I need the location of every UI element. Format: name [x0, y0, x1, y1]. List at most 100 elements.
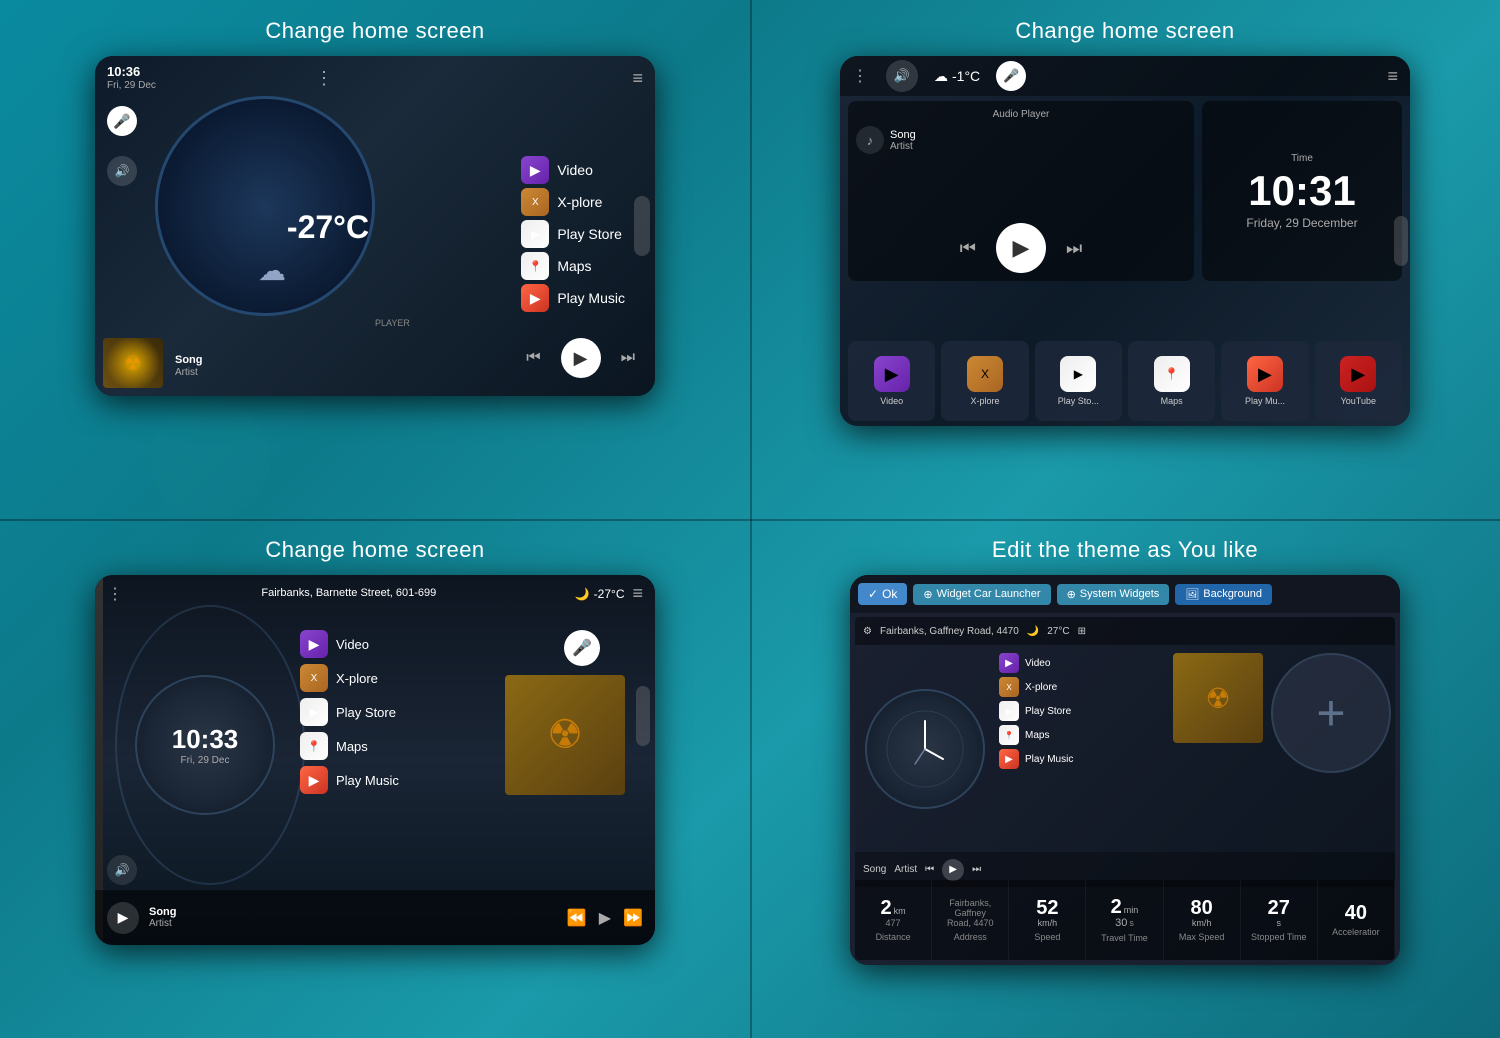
p2-app-xplore[interactable]: X X-plore [941, 341, 1028, 421]
p1-player-label: Player [375, 318, 410, 328]
p3-volume-button[interactable]: 🔊 [107, 855, 137, 885]
list-item[interactable]: ▶ Play Store [300, 698, 500, 726]
p4-stat-max-speed: 80 km/h Max Speed [1164, 880, 1241, 960]
list-item[interactable]: ▶ Play Music [999, 749, 1165, 769]
list-item[interactable]: ▶ Video [300, 630, 500, 658]
p2-more-icon[interactable]: ⋮ [852, 66, 868, 86]
list-item[interactable]: ▶ Play Store [521, 220, 625, 248]
p3-more-icon[interactable]: ⋮ [107, 584, 123, 604]
p2-app-playstore[interactable]: ▶ Play Sto... [1035, 341, 1122, 421]
p2-prev-button[interactable]: ⏮ [960, 238, 976, 259]
p4-address-line3: Road, 4470 [947, 918, 994, 928]
list-item[interactable]: X X-plore [999, 677, 1165, 697]
p2-playstore-label: Play Sto... [1058, 396, 1099, 406]
p2-app-youtube[interactable]: ▶ YouTube [1315, 341, 1402, 421]
p3-menu-icon[interactable]: ≡ [632, 583, 643, 604]
p4-ok-button[interactable]: ✓ Ok [858, 583, 907, 605]
p2-maps-icon: 📍 [1154, 356, 1190, 392]
list-item[interactable]: ▶ Play Store [999, 701, 1165, 721]
p3-play-fwd-button[interactable]: ▶ [599, 908, 611, 928]
p4-add-widget-button[interactable]: + [1271, 653, 1391, 773]
p4-stopped-unit: s [1277, 918, 1282, 928]
p2-app-playmusic[interactable]: ▶ Play Mu... [1221, 341, 1308, 421]
p4-play-button[interactable]: ▶ [942, 859, 964, 881]
p3-status-bar: ⋮ Fairbanks, Barnette Street, 601-699 🌙 … [107, 583, 643, 604]
p2-playmusic-label: Play Mu... [1245, 396, 1285, 406]
p4-speed-label: Speed [1034, 932, 1060, 942]
list-item[interactable]: 📍 Maps [521, 252, 625, 280]
p2-mic-button[interactable]: 🎤 [996, 61, 1026, 91]
p4-system-label: System Widgets [1080, 588, 1159, 600]
p1-scroll-handle[interactable] [634, 196, 650, 256]
p1-prev-button[interactable]: ⏮ [526, 349, 540, 367]
p3-song-title: Song [149, 906, 177, 918]
p2-scroll-handle[interactable] [1394, 216, 1408, 266]
p3-clock-time: 10:33 [172, 724, 239, 755]
xplore-label: X-plore [557, 194, 602, 210]
playstore-icon: ▶ [521, 220, 549, 248]
p1-date: Fri, 29 Dec [107, 80, 156, 91]
p3-video-icon: ▶ [300, 630, 328, 658]
p2-audio-panel: Audio Player ♪ Song Artist ⏮ ▶ ⏭ [848, 101, 1194, 281]
p3-album-art: ☢ [505, 675, 625, 795]
list-item[interactable]: X X-plore [300, 664, 500, 692]
p4-stat-stopped: 27 s Stopped Time [1241, 880, 1318, 960]
p2-menu-icon[interactable]: ≡ [1387, 66, 1398, 87]
p3-scroll-handle[interactable] [636, 686, 650, 746]
p3-artist-name: Artist [149, 918, 177, 929]
p1-album-icon: ☢ [103, 338, 163, 388]
p3-fast-forward-button[interactable]: ⏩ [623, 908, 643, 928]
p4-song-title: Song [863, 864, 886, 875]
p2-app-video[interactable]: ▶ Video [848, 341, 935, 421]
p4-maxspeed-label: Max Speed [1179, 932, 1225, 942]
p4-next-button[interactable]: ⏭ [972, 864, 981, 875]
p4-stat-travel-time: 2 min 30 s Travel Time [1086, 880, 1163, 960]
p1-volume-button[interactable]: 🔊 [107, 156, 137, 186]
p4-inner-screen: ⚙ Fairbanks, Gaffney Road, 4470 🌙 27°C ⊞ [855, 617, 1395, 960]
maps-label: Maps [557, 258, 591, 274]
p2-next-button[interactable]: ⏭ [1066, 238, 1082, 259]
p3-mic-button[interactable]: 🎤 [564, 630, 600, 666]
list-item[interactable]: ▶ Play Music [300, 766, 500, 794]
p2-weather: ☁ -1°C [934, 68, 980, 85]
p2-volume-icon[interactable]: 🔊 [886, 60, 918, 92]
p3-address: Fairbanks, Barnette Street, 601-699 [131, 586, 567, 600]
p4-clock-face [865, 689, 985, 809]
p4-distance-sub: 477 [886, 918, 901, 928]
p3-playmusic-label: Play Music [336, 773, 399, 788]
list-item[interactable]: ▶ Video [521, 156, 625, 184]
p1-play-button[interactable]: ▶ [561, 338, 601, 378]
q2-title: Change home screen [1015, 18, 1234, 44]
p2-audio-label: Audio Player [856, 109, 1186, 120]
p4-distance-value: 2 [881, 898, 892, 918]
list-item[interactable]: ▶ Play Music [521, 284, 625, 312]
list-item[interactable]: X X-plore [521, 188, 625, 216]
playstore-label: Play Store [557, 226, 622, 242]
p3-play-button[interactable]: ▶ [107, 902, 139, 934]
vertical-divider [750, 0, 752, 1038]
list-item[interactable]: 📍 Maps [300, 732, 500, 760]
p3-rewind-button[interactable]: ⏪ [567, 908, 587, 928]
p4-rewind-button[interactable]: ⏮ [925, 864, 934, 875]
p4-xplore-icon: X [999, 677, 1019, 697]
list-item[interactable]: 📍 Maps [999, 725, 1165, 745]
p4-playstore-label: Play Store [1025, 706, 1071, 717]
p1-mic-button[interactable]: 🎤 [107, 106, 137, 136]
p4-background-button[interactable]: 🖼 Background [1175, 584, 1272, 605]
p3-maps-icon: 📍 [300, 732, 328, 760]
p2-youtube-label: YouTube [1341, 396, 1376, 406]
p2-app-maps[interactable]: 📍 Maps [1128, 341, 1215, 421]
p4-maxspeed-value: 80 [1191, 898, 1213, 918]
p4-system-button[interactable]: ⊕ System Widgets [1057, 584, 1170, 605]
list-item[interactable]: ▶ Video [999, 653, 1165, 673]
p2-play-button[interactable]: ▶ [996, 223, 1046, 273]
video-icon: ▶ [521, 156, 549, 184]
p4-widget-button[interactable]: ⊕ Widget Car Launcher [913, 584, 1050, 605]
p1-next-button[interactable]: ⏭ [621, 349, 635, 367]
p1-more-icon[interactable]: ⋮ [315, 68, 333, 89]
p1-temperature: -27°C [238, 209, 418, 246]
p1-song-title: Song [175, 354, 203, 366]
p1-menu-icon[interactable]: ≡ [632, 68, 643, 89]
p4-accel-label: Acceleratior [1332, 927, 1380, 937]
phone-1: 10:36 Fri, 29 Dec ⋮ ≡ 🎤 🔊 -27°C ☁ ▶ Vide… [95, 56, 655, 396]
